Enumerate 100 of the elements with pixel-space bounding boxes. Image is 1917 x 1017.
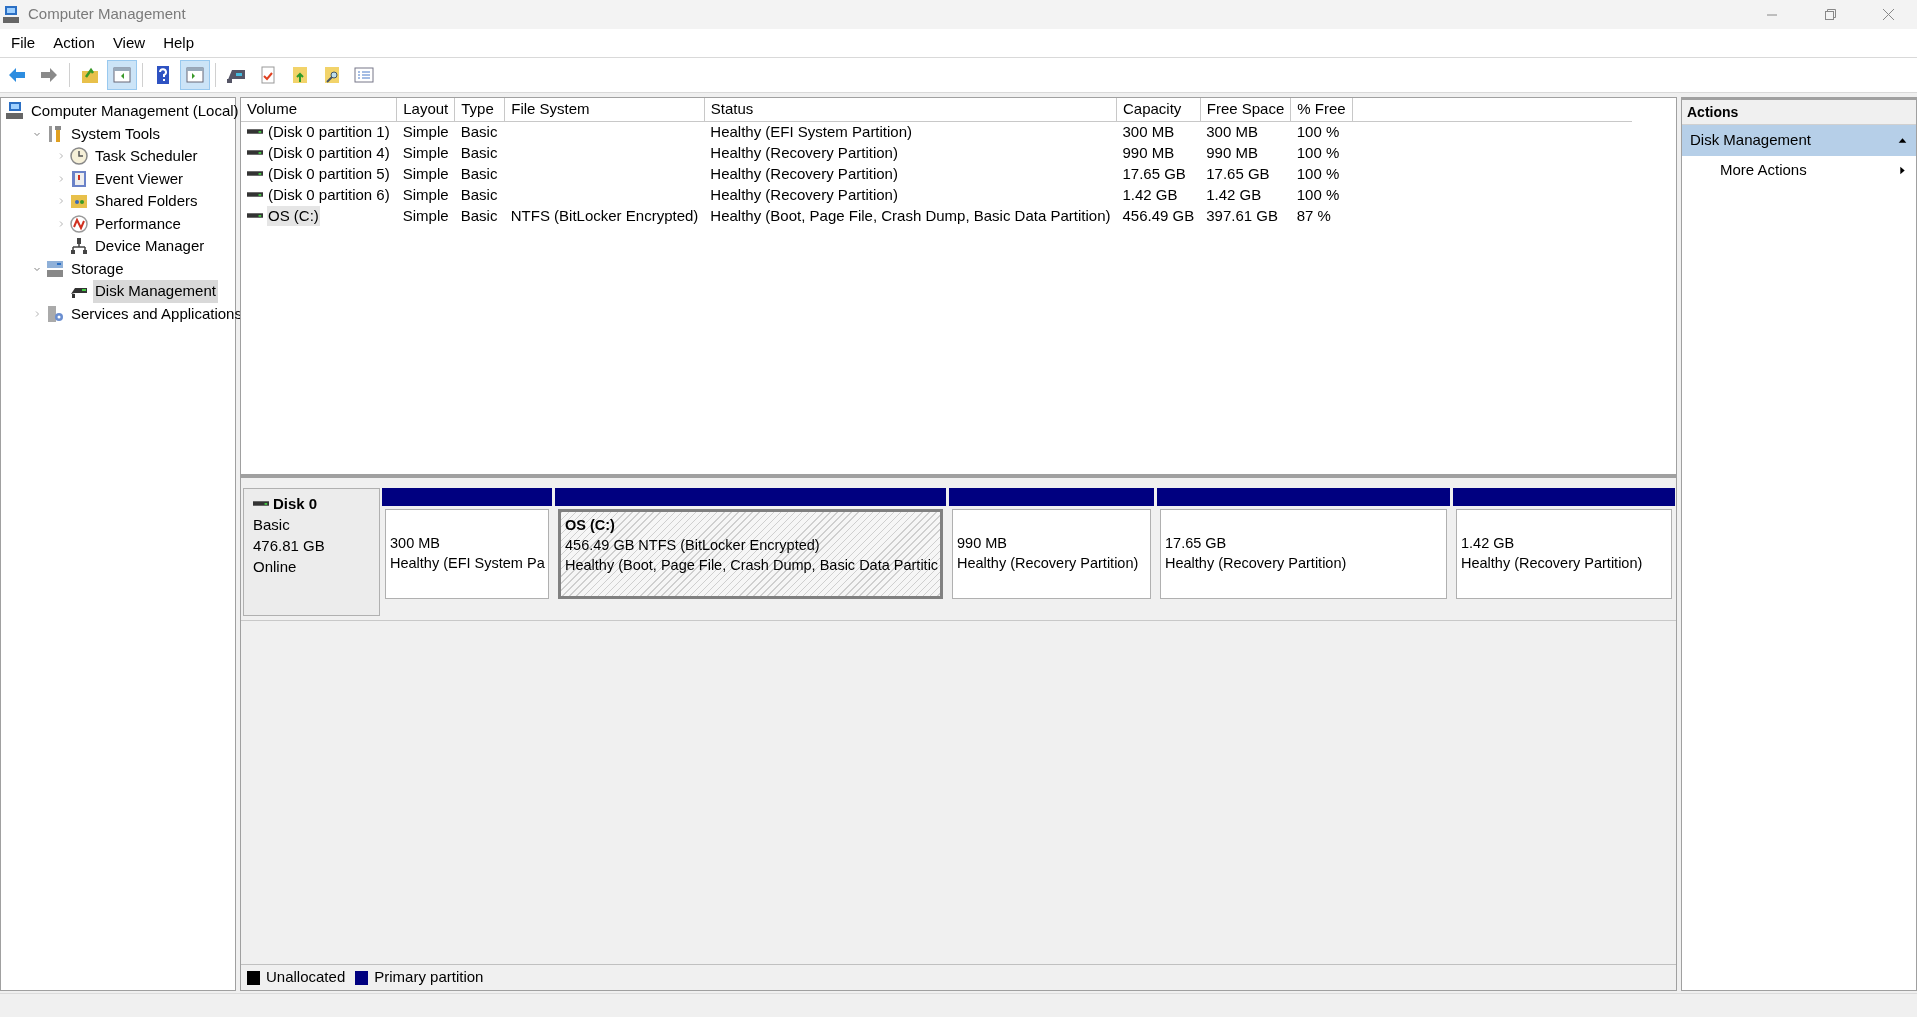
table-cell: Basic (460, 185, 498, 203)
menu-item[interactable]: File (2, 29, 45, 57)
volume-icon (247, 192, 263, 197)
menu-item[interactable]: Help (154, 29, 203, 57)
action-link[interactable]: More Actions (1682, 156, 1916, 185)
table-cell: Simple (402, 206, 449, 224)
table-cell: 17.65 GB (1206, 164, 1270, 182)
table-cell: 300 MB (1122, 122, 1175, 140)
partition-status: Healthy (Recovery Partition) (1461, 554, 1644, 573)
partition-status: Healthy (EFI System Pa (390, 554, 544, 573)
computer-icon (5, 101, 25, 122)
volume-name[interactable]: (Disk 0 partition 1) (267, 121, 391, 142)
tree-item[interactable]: Disk Management (93, 280, 218, 303)
submenu-arrow-icon (1897, 165, 1908, 176)
forward-arrow-icon (39, 65, 59, 85)
partition-size: 990 MB (957, 534, 1008, 553)
disk-detail: Basic (253, 515, 291, 535)
partition-name: OS (C:) (565, 516, 616, 535)
table-cell: Simple (402, 185, 449, 203)
table-cell: Healthy (Recovery Partition) (710, 143, 898, 161)
event-log-icon (69, 168, 89, 189)
tree-item[interactable]: Computer Management (Local) (29, 100, 241, 123)
partition-status: Healthy (Boot, Page File, Crash Dump, Basic Data Partitic (565, 556, 936, 575)
table-cell: NTFS (BitLocker Encrypted) (510, 206, 699, 224)
properties-icon (354, 65, 374, 85)
clock-icon (69, 146, 89, 167)
legend-label: Unallocated (266, 967, 346, 988)
table-cell: Healthy (EFI System Partition) (710, 122, 913, 140)
menu-item[interactable]: View (103, 29, 155, 57)
folder-up-icon (290, 65, 310, 85)
storage-icon (45, 258, 65, 279)
table-cell: Simple (402, 164, 449, 182)
partition-size: 456.49 GB NTFS (BitLocker Encrypted) (565, 536, 821, 555)
partition-size: 1.42 GB (1461, 534, 1516, 553)
table-cell: 17.65 GB (1122, 164, 1186, 182)
column-header[interactable]: File System (504, 98, 705, 121)
table-cell: 1.42 GB (1122, 185, 1178, 203)
menu-item[interactable]: Action (44, 29, 104, 57)
tree-item[interactable]: Storage (69, 257, 126, 280)
actions-title: Actions (1682, 100, 1916, 125)
tree-item[interactable]: Device Manager (93, 235, 207, 258)
table-cell: Basic (460, 122, 498, 140)
disk-detail: Online (253, 557, 298, 577)
close-icon (1882, 9, 1894, 20)
gauge-icon (69, 213, 89, 234)
table-cell: Basic (460, 143, 498, 161)
table-cell: 397.61 GB (1206, 206, 1278, 224)
services-icon (45, 303, 65, 324)
legend-label: Primary partition (374, 967, 484, 988)
partition-status: Healthy (Recovery Partition) (1165, 554, 1348, 573)
device-tree-icon (69, 236, 89, 257)
column-header[interactable]: Capacity (1116, 98, 1201, 121)
actions-section-header[interactable]: Disk Management (1682, 125, 1916, 156)
restore-icon (1824, 9, 1836, 20)
volume-icon (247, 213, 263, 218)
column-header[interactable]: % Free (1290, 98, 1353, 121)
volume-icon (247, 150, 263, 155)
tree-item[interactable]: System Tools (69, 122, 162, 145)
table-cell: 990 MB (1206, 143, 1258, 161)
table-cell: 100 % (1296, 143, 1340, 161)
table-cell: Basic (460, 206, 498, 224)
table-cell: 300 MB (1206, 122, 1258, 140)
tree-item[interactable]: Services and Applications (69, 302, 244, 325)
column-header[interactable]: Volume (241, 98, 397, 121)
tree-item[interactable]: Event Viewer (93, 167, 186, 190)
table-cell: 100 % (1296, 185, 1340, 203)
table-cell: 990 MB (1122, 143, 1175, 161)
volume-name[interactable]: OS (C:) (267, 205, 320, 226)
pane-toggle-icon (112, 65, 132, 85)
table-cell: Simple (402, 143, 449, 161)
table-cell: Healthy (Recovery Partition) (710, 185, 898, 203)
partition-size: 17.65 GB (1165, 534, 1228, 553)
tree-item[interactable]: Shared Folders (93, 190, 200, 213)
column-header[interactable]: Free Space (1200, 98, 1291, 121)
table-cell: 1.42 GB (1206, 185, 1262, 203)
volume-icon (247, 171, 263, 176)
table-cell: 456.49 GB (1122, 206, 1195, 224)
table-cell: 100 % (1296, 122, 1340, 140)
column-header[interactable]: Type (454, 98, 505, 121)
partition-status: Healthy (Recovery Partition) (957, 554, 1140, 573)
window-title: Computer Management (28, 4, 186, 25)
volume-icon (247, 129, 263, 135)
table-cell: 100 % (1296, 164, 1340, 182)
folder-search-icon (322, 65, 342, 85)
partition-size: 300 MB (390, 534, 441, 553)
app-icon (2, 4, 22, 25)
volume-name[interactable]: (Disk 0 partition 5) (267, 163, 391, 184)
tree-item[interactable]: Task Scheduler (93, 145, 200, 168)
disk-name: Disk 0 (273, 494, 318, 514)
table-cell: Simple (402, 122, 449, 140)
column-header[interactable]: Status (704, 98, 1117, 121)
volume-name[interactable]: (Disk 0 partition 4) (267, 142, 391, 163)
table-cell: Healthy (Boot, Page File, Crash Dump, Basic Data Partition) (710, 206, 1111, 224)
pane-toggle-icon (185, 65, 205, 85)
table-cell: Basic (460, 164, 498, 182)
volume-name[interactable]: (Disk 0 partition 6) (267, 184, 391, 205)
tree-item[interactable]: Performance (93, 212, 183, 235)
table-cell: Healthy (Recovery Partition) (710, 164, 898, 182)
column-header[interactable]: Layout (396, 98, 455, 121)
checklist-icon (258, 65, 278, 85)
